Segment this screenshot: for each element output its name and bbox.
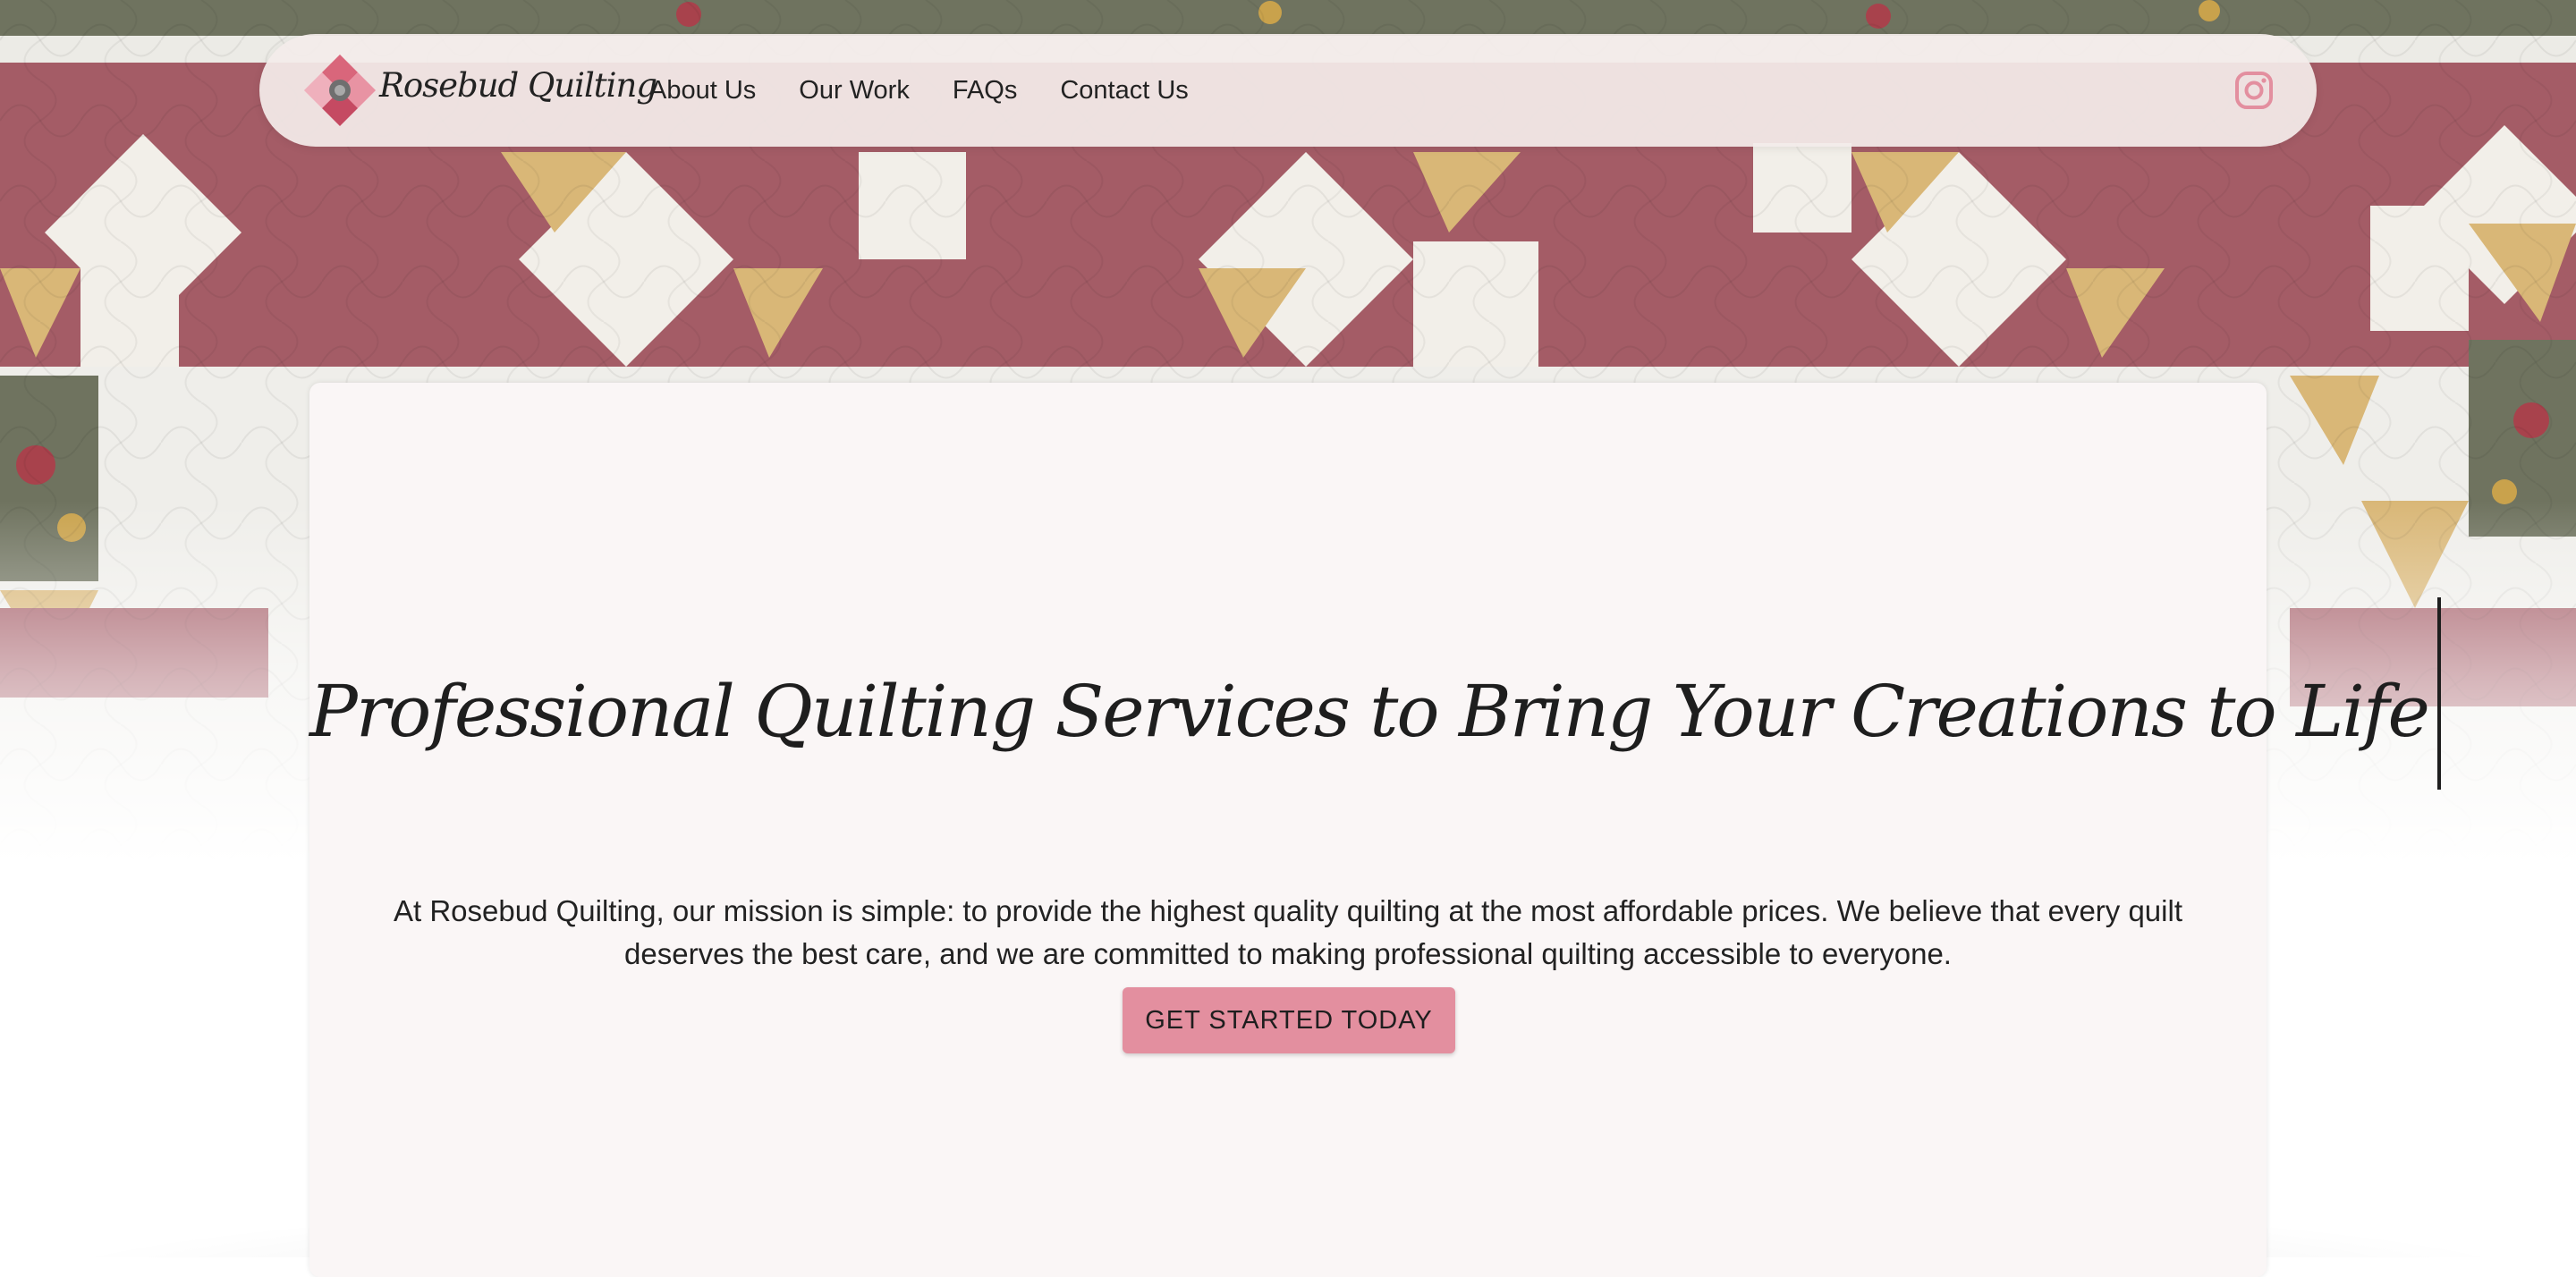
typing-caret xyxy=(2436,597,2441,790)
nav-link-contact-us[interactable]: Contact Us xyxy=(1060,76,1188,106)
hero-headline: Professional Quilting Services to Bring … xyxy=(309,597,2441,790)
top-navigation-bar: Rosebud Quilting About Us Our Work FAQs … xyxy=(259,34,2317,147)
quilt-block-logo-icon xyxy=(304,55,376,126)
nav-links: About Us Our Work FAQs Contact Us xyxy=(649,34,1189,147)
get-started-button[interactable]: GET STARTED TODAY xyxy=(1123,987,1455,1053)
nav-link-about-us[interactable]: About Us xyxy=(649,76,756,106)
instagram-icon[interactable] xyxy=(2234,71,2274,110)
nav-link-faqs[interactable]: FAQs xyxy=(953,76,1018,106)
brand-name: Rosebud Quilting xyxy=(379,66,657,105)
hero-card: Professional Quilting Services to Bring … xyxy=(309,383,2441,1277)
hero-headline-text: Professional Quilting Services to Bring … xyxy=(309,670,2430,753)
brand-logo[interactable]: Rosebud Quilting xyxy=(304,52,657,129)
nav-link-our-work[interactable]: Our Work xyxy=(799,76,910,106)
hero-description: At Rosebud Quilting, our mission is simp… xyxy=(394,894,2182,970)
